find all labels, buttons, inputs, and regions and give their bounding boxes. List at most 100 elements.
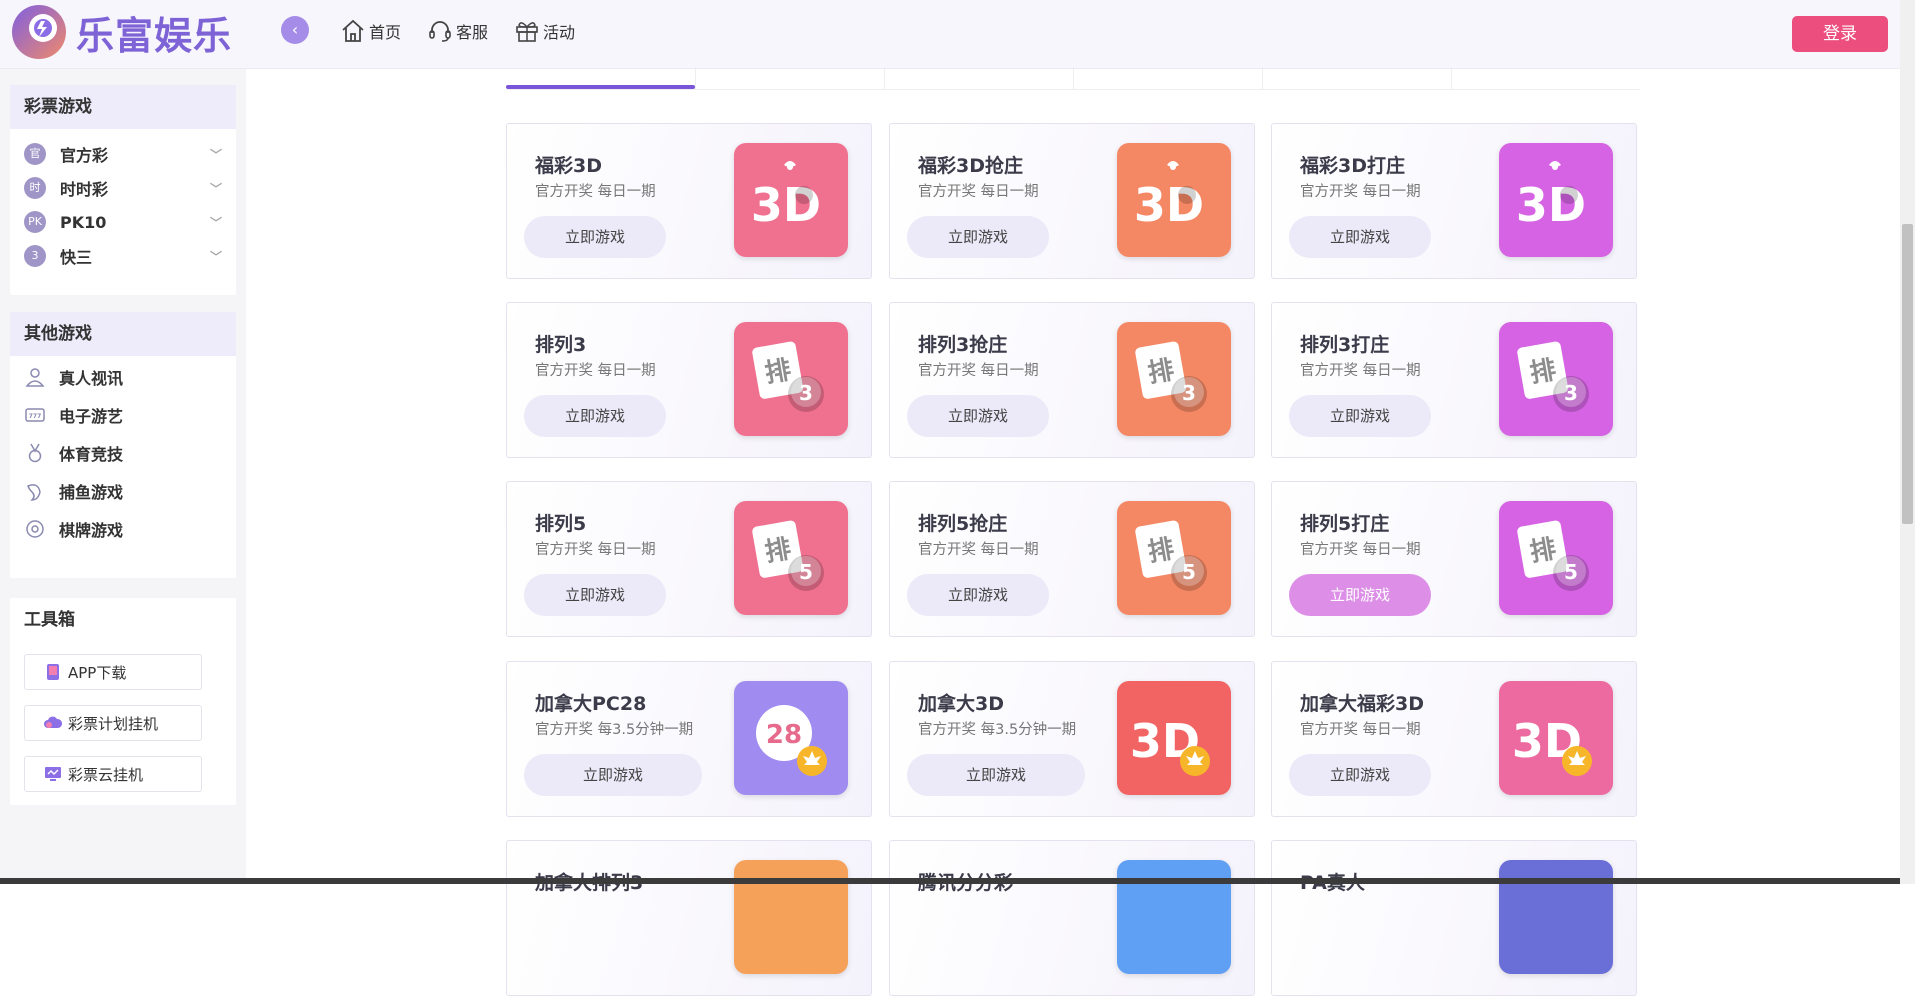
sidebar-item-k3[interactable]: 3 快三 ﹀ bbox=[10, 239, 236, 273]
tab[interactable] bbox=[884, 67, 1074, 89]
sidebar-item-fishing[interactable]: 捕鱼游戏 bbox=[10, 472, 236, 510]
lottery-plan-bot-button[interactable]: 彩票计划挂机 bbox=[24, 705, 202, 741]
svg-text:3: 3 bbox=[1182, 381, 1196, 405]
game-icon[interactable]: 3D bbox=[1499, 681, 1613, 795]
game-title: 福彩3D打庄 bbox=[1300, 155, 1405, 177]
game-card[interactable]: 排列5打庄 官方开奖 每日一期 立即游戏 排 5 bbox=[1271, 481, 1637, 637]
sidebar-item-label: 电子游艺 bbox=[59, 407, 124, 426]
game-icon[interactable]: 3D bbox=[1499, 143, 1613, 257]
sidebar-item-pk10[interactable]: PK PK10 ﹀ bbox=[10, 205, 236, 239]
login-button[interactable]: 登录 bbox=[1792, 16, 1888, 52]
play-now-button[interactable]: 立即游戏 bbox=[524, 574, 666, 616]
game-card[interactable]: 福彩3D打庄官方开奖 每日一期立即游戏 3D bbox=[1271, 123, 1637, 279]
sidebar-collapse-button[interactable]: ‹ bbox=[281, 16, 309, 44]
game-icon[interactable]: 排3 bbox=[1499, 322, 1613, 436]
svg-text:5: 5 bbox=[799, 560, 813, 584]
sidebar-item-label: 体育竞技 bbox=[59, 445, 124, 464]
sidebar-item-live-casino[interactable]: 真人视讯 bbox=[10, 358, 236, 396]
lottery-badge: PK bbox=[24, 211, 46, 233]
sidebar-item-slots[interactable]: 777 电子游艺 bbox=[10, 396, 236, 434]
game-card[interactable]: 排列3打庄 官方开奖 每日一期 立即游戏 排 3 bbox=[1271, 302, 1637, 458]
svg-text:排: 排 bbox=[1146, 355, 1177, 389]
tab[interactable] bbox=[1262, 67, 1452, 89]
play-now-button[interactable]: 立即游戏 bbox=[1289, 754, 1431, 796]
game-draw-info: 官方开奖 每日一期 bbox=[918, 363, 1039, 379]
other-games-title: 其他游戏 bbox=[10, 312, 236, 356]
nav-home[interactable]: 首页 bbox=[340, 18, 401, 44]
tab[interactable] bbox=[1073, 67, 1263, 89]
game-card[interactable]: PA真人 bbox=[1271, 840, 1637, 996]
play-now-button[interactable]: 立即游戏 bbox=[1289, 395, 1431, 437]
lottery-badge: 时 bbox=[24, 177, 46, 199]
game-draw-info: 官方开奖 每日一期 bbox=[535, 542, 656, 558]
sidebar-item-chess[interactable]: 棋牌游戏 bbox=[10, 510, 236, 548]
sidebar-item-label: 捕鱼游戏 bbox=[59, 483, 124, 502]
game-icon[interactable]: 排3 bbox=[734, 322, 848, 436]
logo-text: 乐富娱乐 bbox=[76, 13, 233, 58]
monitor-icon bbox=[45, 767, 61, 781]
game-draw-info: 官方开奖 每日一期 bbox=[535, 363, 656, 379]
play-now-button[interactable]: 立即游戏 bbox=[1289, 574, 1431, 616]
slot-machine-icon: 777 bbox=[25, 408, 45, 422]
game-card[interactable]: 福彩3D 官方开奖 每日一期 立即游戏 3D bbox=[506, 123, 872, 279]
game-draw-info: 官方开奖 每日一期 bbox=[1300, 184, 1421, 200]
phone-icon bbox=[47, 664, 59, 680]
tool-label: APP下载 bbox=[68, 663, 127, 682]
medal-icon bbox=[28, 443, 42, 463]
play-now-button[interactable]: 立即游戏 bbox=[907, 574, 1049, 616]
game-card[interactable]: 排列5抢庄 官方开奖 每日一期 立即游戏 排 5 bbox=[889, 481, 1255, 637]
game-card[interactable]: 排列3 官方开奖 每日一期 立即游戏 排 3 bbox=[506, 302, 872, 458]
scrollbar-thumb[interactable] bbox=[1902, 224, 1913, 524]
game-title: 加拿大PC28 bbox=[535, 693, 647, 715]
chip-icon bbox=[26, 520, 44, 538]
chevron-down-icon: ﹀ bbox=[209, 148, 222, 162]
home-icon bbox=[342, 19, 364, 42]
top-header: 乐富娱乐 ‹ 首页 客服 活动 登录 bbox=[0, 0, 1915, 69]
sidebar-item-ssc[interactable]: 时 时时彩 ﹀ bbox=[10, 171, 236, 205]
lottery-cloud-bot-button[interactable]: 彩票云挂机 bbox=[24, 756, 202, 792]
tab[interactable] bbox=[695, 67, 885, 89]
sidebar-item-sports[interactable]: 体育竞技 bbox=[10, 434, 236, 472]
game-title: 加拿大3D bbox=[918, 693, 1004, 715]
cloud-icon bbox=[44, 716, 63, 728]
play-now-button[interactable]: 立即游戏 bbox=[907, 395, 1049, 437]
game-icon[interactable]: 3D bbox=[1117, 143, 1231, 257]
nav-service[interactable]: 客服 bbox=[427, 18, 488, 44]
game-card[interactable]: 排列3抢庄 官方开奖 每日一期 立即游戏 排 3 bbox=[889, 302, 1255, 458]
play-now-button[interactable]: 立即游戏 bbox=[907, 216, 1049, 258]
game-title: 排列5抢庄 bbox=[918, 513, 1008, 535]
game-card[interactable]: 排列5 官方开奖 每日一期 立即游戏 排 5 bbox=[506, 481, 872, 637]
svg-text:排: 排 bbox=[1146, 534, 1177, 568]
game-card[interactable]: 加拿大PC28 官方开奖 每3.5分钟一期 立即游戏 28 bbox=[506, 661, 872, 817]
game-icon[interactable]: 28 bbox=[734, 681, 848, 795]
game-card[interactable]: 腾讯分分彩 bbox=[889, 840, 1255, 996]
tab[interactable] bbox=[1451, 67, 1640, 89]
game-card[interactable]: 加拿大3D 官方开奖 每3.5分钟一期 立即游戏 3D bbox=[889, 661, 1255, 817]
game-card[interactable]: 加拿大排列3 bbox=[506, 840, 872, 996]
play-now-button[interactable]: 立即游戏 bbox=[524, 216, 666, 258]
game-icon[interactable]: 排3 bbox=[1117, 322, 1231, 436]
sidebar: 彩票游戏 官 官方彩 ﹀ 时 时时彩 ﹀ PK PK10 ﹀ 3 快三 ﹀ 其他… bbox=[0, 69, 246, 884]
chevron-down-icon: ﹀ bbox=[209, 216, 222, 230]
game-icon[interactable]: 排5 bbox=[1117, 501, 1231, 615]
play-now-button[interactable]: 立即游戏 bbox=[524, 754, 702, 796]
play-now-button[interactable]: 立即游戏 bbox=[1289, 216, 1431, 258]
game-card[interactable]: 加拿大福彩3D 官方开奖 每日一期 立即游戏 3D bbox=[1271, 661, 1637, 817]
game-icon[interactable]: 3D bbox=[1117, 681, 1231, 795]
sidebar-item-official-lottery[interactable]: 官 官方彩 ﹀ bbox=[10, 137, 236, 171]
sidebar-item-label: 快三 bbox=[60, 248, 93, 267]
game-draw-info: 官方开奖 每日一期 bbox=[1300, 542, 1421, 558]
app-download-button[interactable]: APP下载 bbox=[24, 654, 202, 690]
game-icon[interactable]: 3D bbox=[734, 143, 848, 257]
svg-text:3: 3 bbox=[799, 381, 813, 405]
nav-activity[interactable]: 活动 bbox=[514, 18, 575, 44]
svg-text:5: 5 bbox=[1182, 560, 1196, 584]
play-now-button[interactable]: 立即游戏 bbox=[907, 754, 1085, 796]
game-icon[interactable]: 排5 bbox=[1499, 501, 1613, 615]
logo[interactable]: 乐富娱乐 bbox=[10, 2, 232, 62]
game-card[interactable]: 福彩3D抢庄 官方开奖 每日一期 立即游戏 3D bbox=[889, 123, 1255, 279]
game-title: 福彩3D bbox=[535, 155, 602, 177]
play-now-button[interactable]: 立即游戏 bbox=[524, 395, 666, 437]
tool-label: 彩票计划挂机 bbox=[68, 714, 159, 733]
game-icon[interactable]: 排5 bbox=[734, 501, 848, 615]
